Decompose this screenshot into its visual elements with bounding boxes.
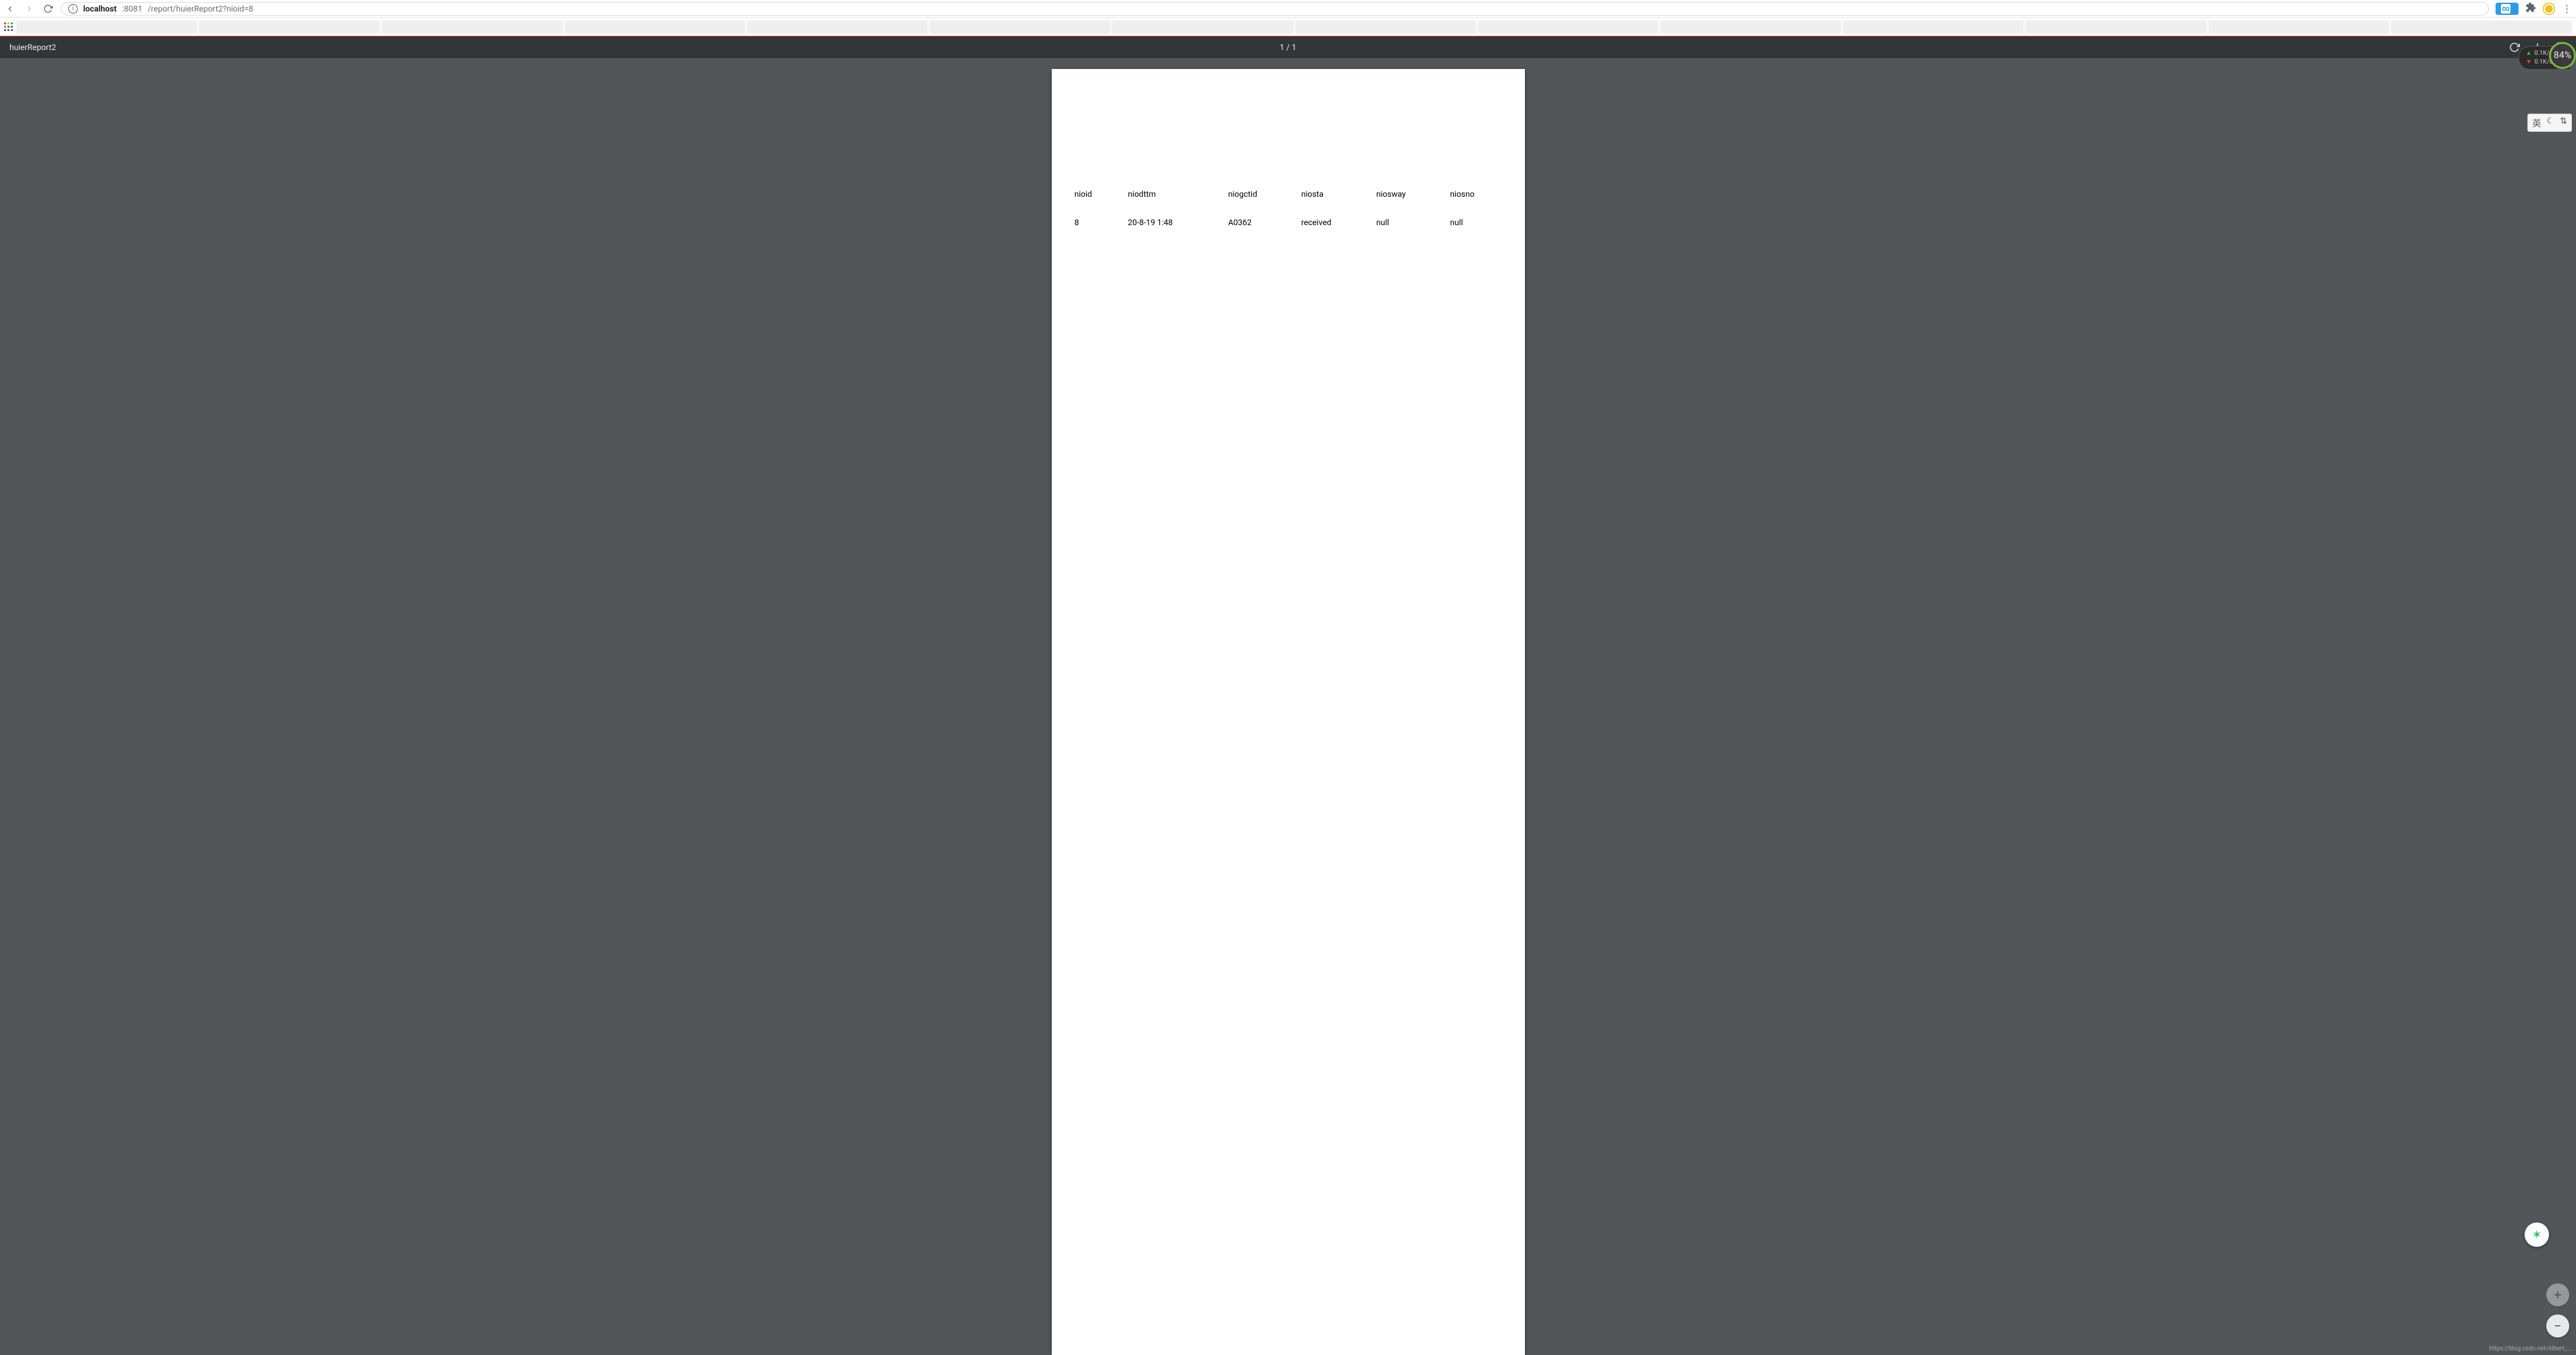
cell-niodttm: 20-8-19 1:48 xyxy=(1121,208,1221,233)
bookmarks-blurred xyxy=(16,20,2572,34)
col-nioid: nioid xyxy=(1068,184,1121,208)
zoom-controls: + − xyxy=(2546,1283,2569,1337)
apps-icon[interactable] xyxy=(4,22,14,32)
table-header-row: nioid niodttm niogctid niosta niosway ni… xyxy=(1068,184,1509,208)
cell-nioid: 8 xyxy=(1068,208,1121,233)
minus-icon: − xyxy=(2554,1318,2561,1334)
evernote-icon: ✶ xyxy=(2531,1228,2542,1242)
col-niosno: niosno xyxy=(1443,184,1508,208)
toolbar-right: ∞ ⋮ xyxy=(2496,2,2572,16)
page-indicator: 1 / 1 xyxy=(1280,43,1296,52)
ime-settings-icon[interactable]: ⇅ xyxy=(2560,116,2567,129)
pdf-page: nioid niodttm niogctid niosta niosway ni… xyxy=(1052,69,1525,1355)
rotate-icon[interactable] xyxy=(2508,41,2521,53)
site-info-icon[interactable]: i xyxy=(68,4,78,14)
cell-niosway: null xyxy=(1369,208,1443,233)
ime-lang-icon[interactable]: 英 xyxy=(2532,116,2541,129)
col-niogctid: niogctid xyxy=(1221,184,1294,208)
pdf-title: huierReport2 xyxy=(9,43,56,52)
browser-menu-icon[interactable]: ⋮ xyxy=(2562,3,2572,15)
report-table: nioid niodttm niogctid niosta niosway ni… xyxy=(1068,184,1509,233)
percent-value: 84% xyxy=(2554,50,2571,61)
col-niosta: niosta xyxy=(1294,184,1369,208)
ime-toolbar[interactable]: 英 ☾ ⇅ xyxy=(2527,114,2572,132)
pdf-viewer-area[interactable]: nioid niodttm niogctid niosta niosway ni… xyxy=(0,58,2576,1355)
address-bar[interactable]: i localhost :8081/report/huierReport2?nio… xyxy=(61,2,2489,16)
cell-niogctid: A0362 xyxy=(1221,208,1294,233)
extension-badge[interactable]: ∞ xyxy=(2496,3,2519,15)
forward-button[interactable] xyxy=(23,3,35,15)
reload-button[interactable] xyxy=(42,3,54,15)
percent-widget[interactable]: 84% xyxy=(2549,42,2576,69)
url-path: /report/huierReport2?nioid=8 xyxy=(147,4,253,14)
arrow-down-icon: ▼ xyxy=(2526,58,2532,67)
col-niosway: niosway xyxy=(1369,184,1443,208)
pdf-toolbar: huierReport2 1 / 1 xyxy=(0,37,2576,58)
ime-moon-icon[interactable]: ☾ xyxy=(2546,116,2554,129)
zoom-out-button[interactable]: − xyxy=(2546,1314,2569,1337)
evernote-button[interactable]: ✶ xyxy=(2525,1222,2549,1247)
watermark-text: https://blog.csdn.net/Albert_... xyxy=(2489,1346,2572,1352)
extensions-icon[interactable] xyxy=(2525,2,2536,16)
infinity-icon: ∞ xyxy=(2501,4,2510,14)
col-niodttm: niodttm xyxy=(1121,184,1221,208)
zoom-in-button[interactable]: + xyxy=(2546,1283,2569,1306)
cell-niosno: null xyxy=(1443,208,1508,233)
plus-icon: + xyxy=(2554,1287,2561,1303)
browser-toolbar: i localhost :8081/report/huierReport2?nio… xyxy=(0,0,2576,18)
arrow-up-icon: ▲ xyxy=(2526,49,2532,58)
cell-niosta: received xyxy=(1294,208,1369,233)
url-host: localhost xyxy=(83,4,117,14)
table-row: 8 20-8-19 1:48 A0362 received null null xyxy=(1068,208,1509,233)
bookmark-bar xyxy=(0,18,2576,37)
url-port: :8081 xyxy=(122,4,143,14)
back-button[interactable] xyxy=(4,3,16,15)
profile-avatar-icon[interactable] xyxy=(2543,3,2555,15)
